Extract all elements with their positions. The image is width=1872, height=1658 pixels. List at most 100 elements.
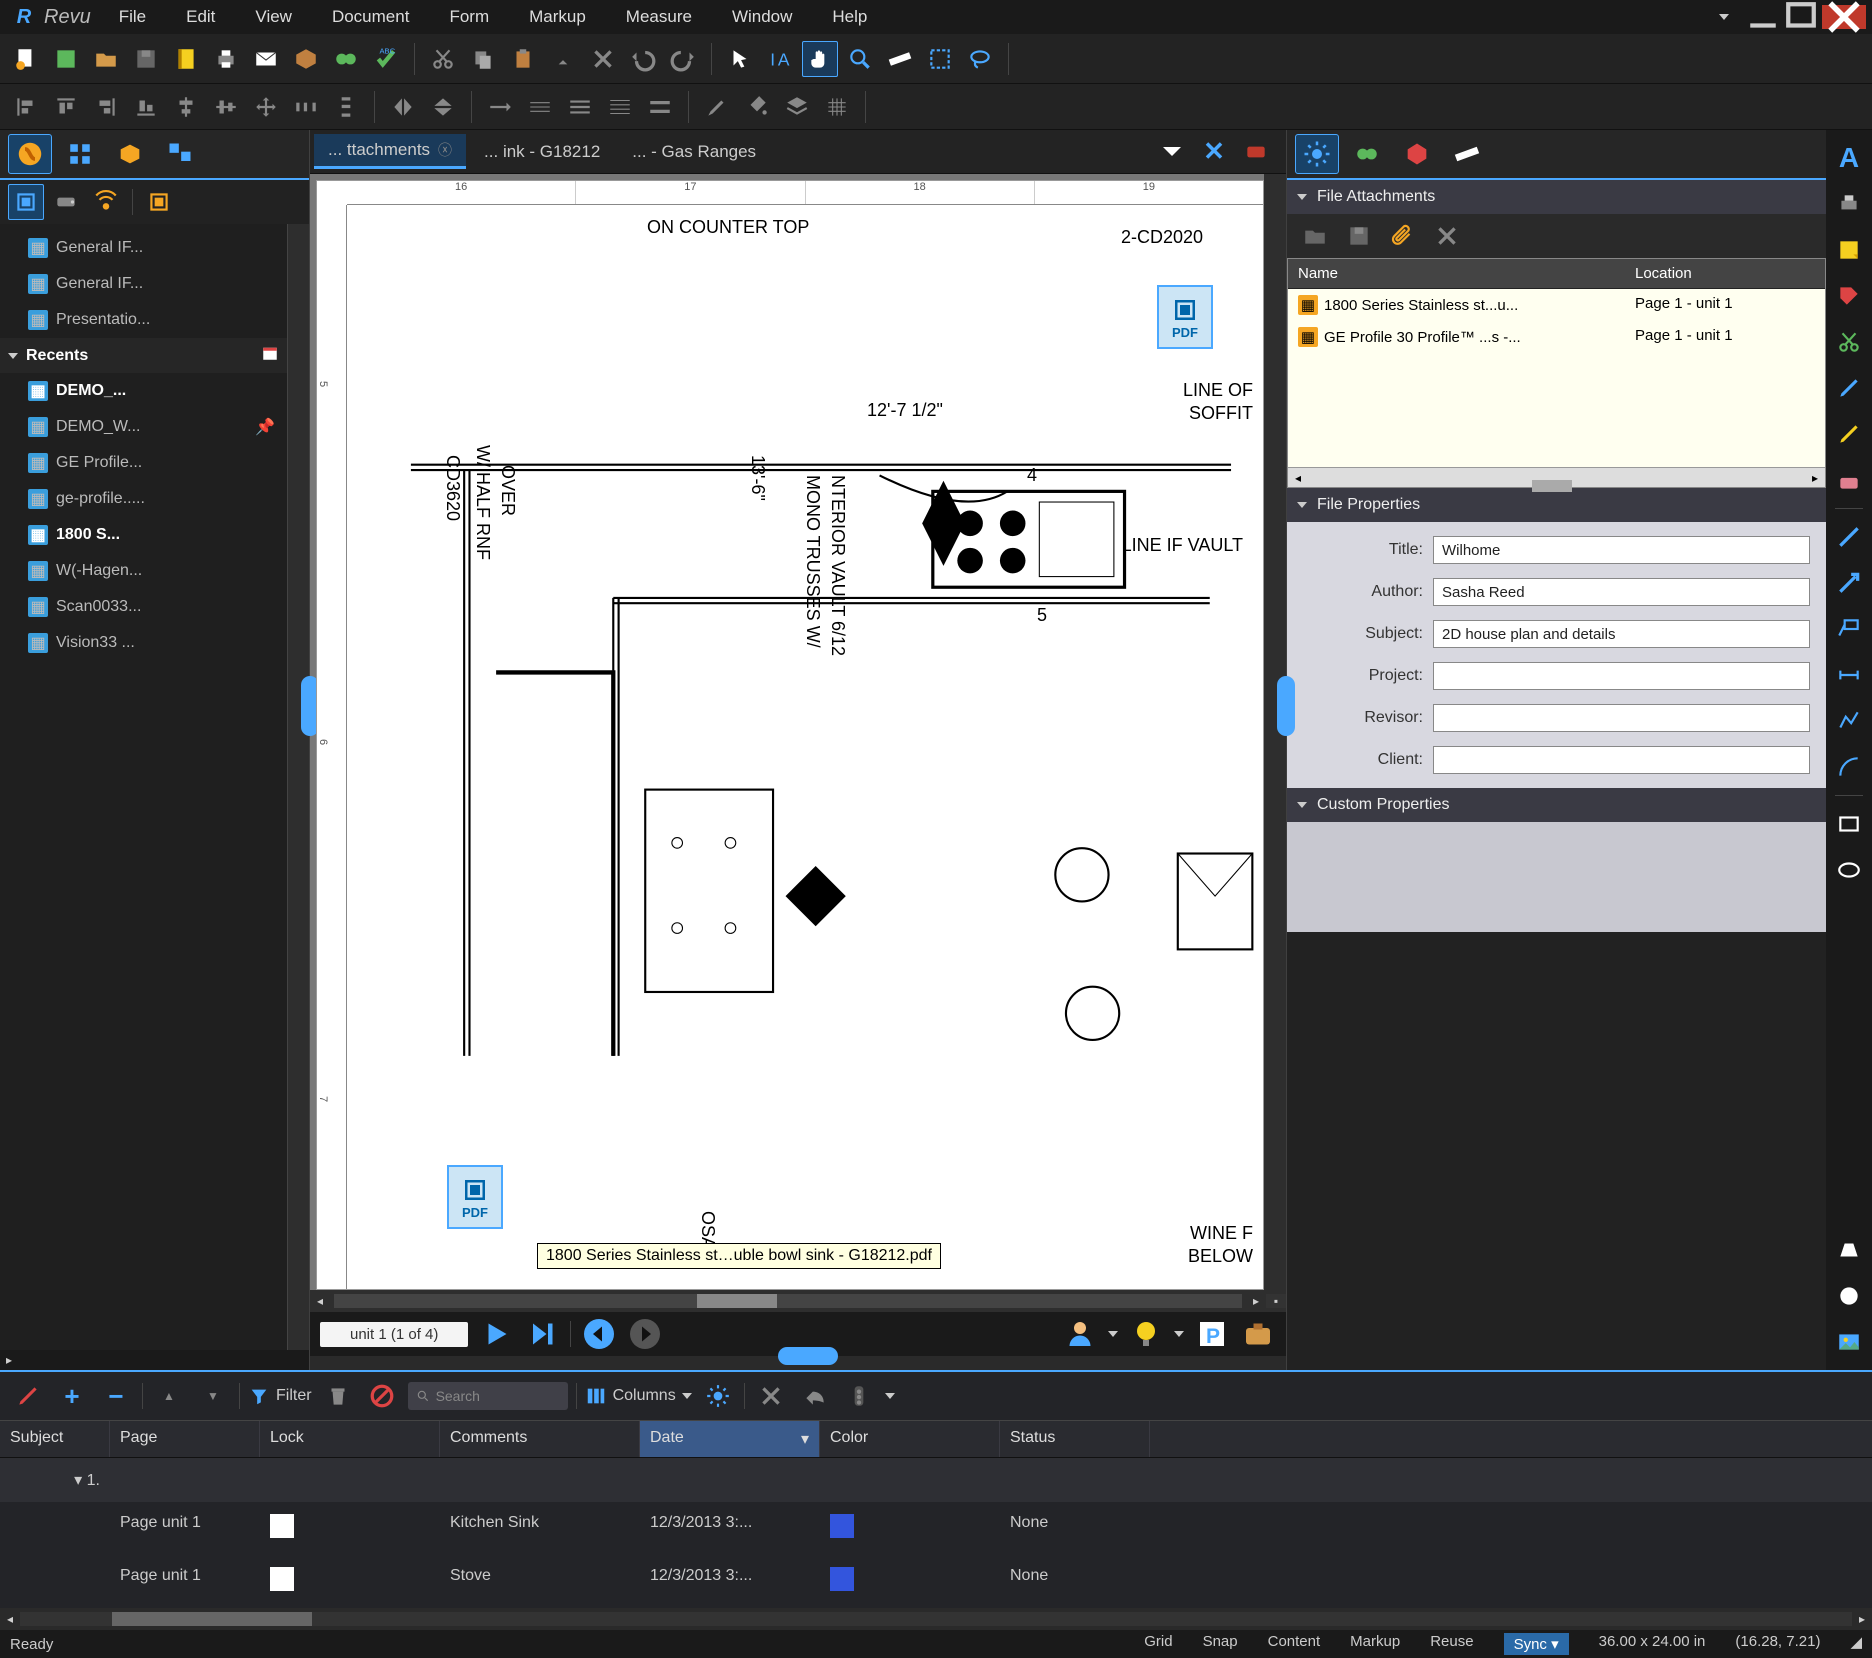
prev-circle-icon[interactable] [581, 1316, 617, 1352]
align-top-icon[interactable] [48, 89, 84, 125]
list-item[interactable]: ▦General IF... [0, 266, 287, 302]
project-field[interactable] [1433, 662, 1810, 690]
attach-col-name[interactable]: Name [1288, 259, 1625, 288]
ellipse-tool-icon[interactable] [1831, 852, 1867, 888]
layers-icon[interactable] [779, 89, 815, 125]
distribute-h-icon[interactable] [288, 89, 324, 125]
select-region-icon[interactable] [922, 41, 958, 77]
ruler-icon[interactable] [882, 41, 918, 77]
callout-tool-icon[interactable] [1831, 611, 1867, 647]
link-green-icon[interactable] [328, 41, 364, 77]
distribute-v-icon[interactable] [328, 89, 364, 125]
left-tab-shapes[interactable] [158, 134, 202, 174]
col-color[interactable]: Color [820, 1421, 1000, 1457]
menu-markup[interactable]: Markup [511, 3, 604, 31]
document-canvas[interactable]: 16 17 18 19 5 6 7 [316, 180, 1264, 1290]
close-icon[interactable]: ⓧ [438, 140, 452, 160]
note-icon[interactable] [1831, 232, 1867, 268]
menu-window[interactable]: Window [714, 3, 810, 31]
lock-swatch[interactable] [270, 1567, 294, 1591]
menu-measure[interactable]: Measure [608, 3, 710, 31]
minimize-button[interactable] [1746, 5, 1780, 29]
close-button[interactable] [1822, 5, 1866, 29]
page-indicator[interactable]: unit 1 (1 of 4) [320, 1322, 468, 1347]
pan-hand-icon[interactable] [802, 41, 838, 77]
maximize-button[interactable] [1784, 5, 1818, 29]
stamp-tool-icon[interactable] [1831, 1278, 1867, 1314]
lock-swatch[interactable] [270, 1514, 294, 1538]
canvas-hscroll[interactable]: ◂ ▸ ▪ [310, 1290, 1286, 1312]
list-item[interactable]: ▦ge-profile..... [0, 481, 287, 517]
cut-icon[interactable] [425, 41, 461, 77]
col-comments[interactable]: Comments [440, 1421, 640, 1457]
toggle-snap[interactable]: Snap [1203, 1633, 1238, 1655]
flip-v-icon[interactable] [425, 89, 461, 125]
scissors-icon[interactable] [1831, 324, 1867, 360]
line-style-4-icon[interactable] [602, 89, 638, 125]
undo-icon[interactable] [625, 41, 661, 77]
list-item[interactable]: ▦DEMO_W...📌 [0, 409, 287, 445]
left-tab-box[interactable] [108, 134, 152, 174]
list-item[interactable]: ▦Scan0033... [0, 589, 287, 625]
folder-icon[interactable] [88, 41, 124, 77]
line-style-2-icon[interactable] [522, 89, 558, 125]
remove-icon[interactable]: − [98, 1378, 134, 1414]
parking-icon[interactable]: P [1194, 1316, 1230, 1352]
attachment-row[interactable]: ▦1800 Series Stainless st...u... Page 1 … [1288, 289, 1825, 321]
align-left-icon[interactable] [8, 89, 44, 125]
hatch-icon[interactable] [819, 89, 855, 125]
right-drawer-handle[interactable] [1277, 676, 1295, 736]
custom-props-header[interactable]: Custom Properties [1287, 788, 1826, 822]
align-right-icon[interactable] [88, 89, 124, 125]
author-field[interactable] [1433, 578, 1810, 606]
flip-h-icon[interactable] [385, 89, 421, 125]
explorer-icon[interactable] [8, 184, 44, 220]
col-subject[interactable]: Subject [0, 1421, 110, 1457]
save-icon[interactable] [128, 41, 164, 77]
clear-filter-icon[interactable] [364, 1378, 400, 1414]
doc-tab-3[interactable]: ... - Gas Ranges [618, 136, 770, 168]
trash-icon[interactable] [320, 1378, 356, 1414]
col-lock[interactable]: Lock [260, 1421, 440, 1457]
image-tool-icon[interactable] [1831, 1324, 1867, 1360]
text-select-icon[interactable]: IA [762, 41, 798, 77]
pdf-attachment-icon[interactable]: PDF [1157, 285, 1213, 349]
toggle-content[interactable]: Content [1268, 1633, 1321, 1655]
save-attach-icon[interactable] [1341, 218, 1377, 254]
printer-icon[interactable] [1831, 186, 1867, 222]
right-tab-search[interactable] [1345, 134, 1389, 174]
menu-edit[interactable]: Edit [168, 3, 233, 31]
resize-grip-icon[interactable]: ◢ [1850, 1633, 1862, 1655]
menu-view[interactable]: View [237, 3, 310, 31]
list-item[interactable]: ▦W(-Hagen... [0, 553, 287, 589]
attachment-row[interactable]: ▦GE Profile 30 Profile™ ...s -... Page 1… [1288, 321, 1825, 353]
paperclip-icon[interactable] [1385, 218, 1421, 254]
toggle-markup[interactable]: Markup [1350, 1633, 1400, 1655]
client-field[interactable] [1433, 746, 1810, 774]
arc-tool-icon[interactable] [1831, 749, 1867, 785]
filter-button[interactable]: Filter [248, 1385, 312, 1407]
file-props-header[interactable]: File Properties [1287, 488, 1826, 522]
col-status[interactable]: Status [1000, 1421, 1150, 1457]
col-date[interactable]: Date ▾ [640, 1421, 820, 1457]
zoom-icon[interactable] [842, 41, 878, 77]
next-icon[interactable] [524, 1316, 560, 1352]
delete-markup-icon[interactable] [753, 1378, 789, 1414]
delete-attach-icon[interactable] [1429, 218, 1465, 254]
polyline-tool-icon[interactable] [1831, 703, 1867, 739]
toggle-sync[interactable]: Sync ▾ [1504, 1633, 1569, 1655]
markup-pen-icon[interactable] [10, 1378, 46, 1414]
left-tab-thumbs[interactable] [58, 134, 102, 174]
refresh-icon[interactable] [141, 184, 177, 220]
briefcase-icon[interactable] [1240, 1316, 1276, 1352]
chevron-down-icon[interactable] [1108, 1331, 1118, 1337]
dropdown-icon[interactable] [1706, 0, 1742, 35]
attach-col-location[interactable]: Location [1625, 259, 1825, 288]
line-style-3-icon[interactable] [562, 89, 598, 125]
rect-tool-icon[interactable] [1831, 806, 1867, 842]
pen-blue-icon[interactable] [1831, 370, 1867, 406]
polygon-tool-icon[interactable] [1831, 1232, 1867, 1268]
tab-dropdown-icon[interactable] [1154, 134, 1190, 170]
right-tab-3d[interactable] [1395, 134, 1439, 174]
check-icon[interactable]: ABC [368, 41, 404, 77]
